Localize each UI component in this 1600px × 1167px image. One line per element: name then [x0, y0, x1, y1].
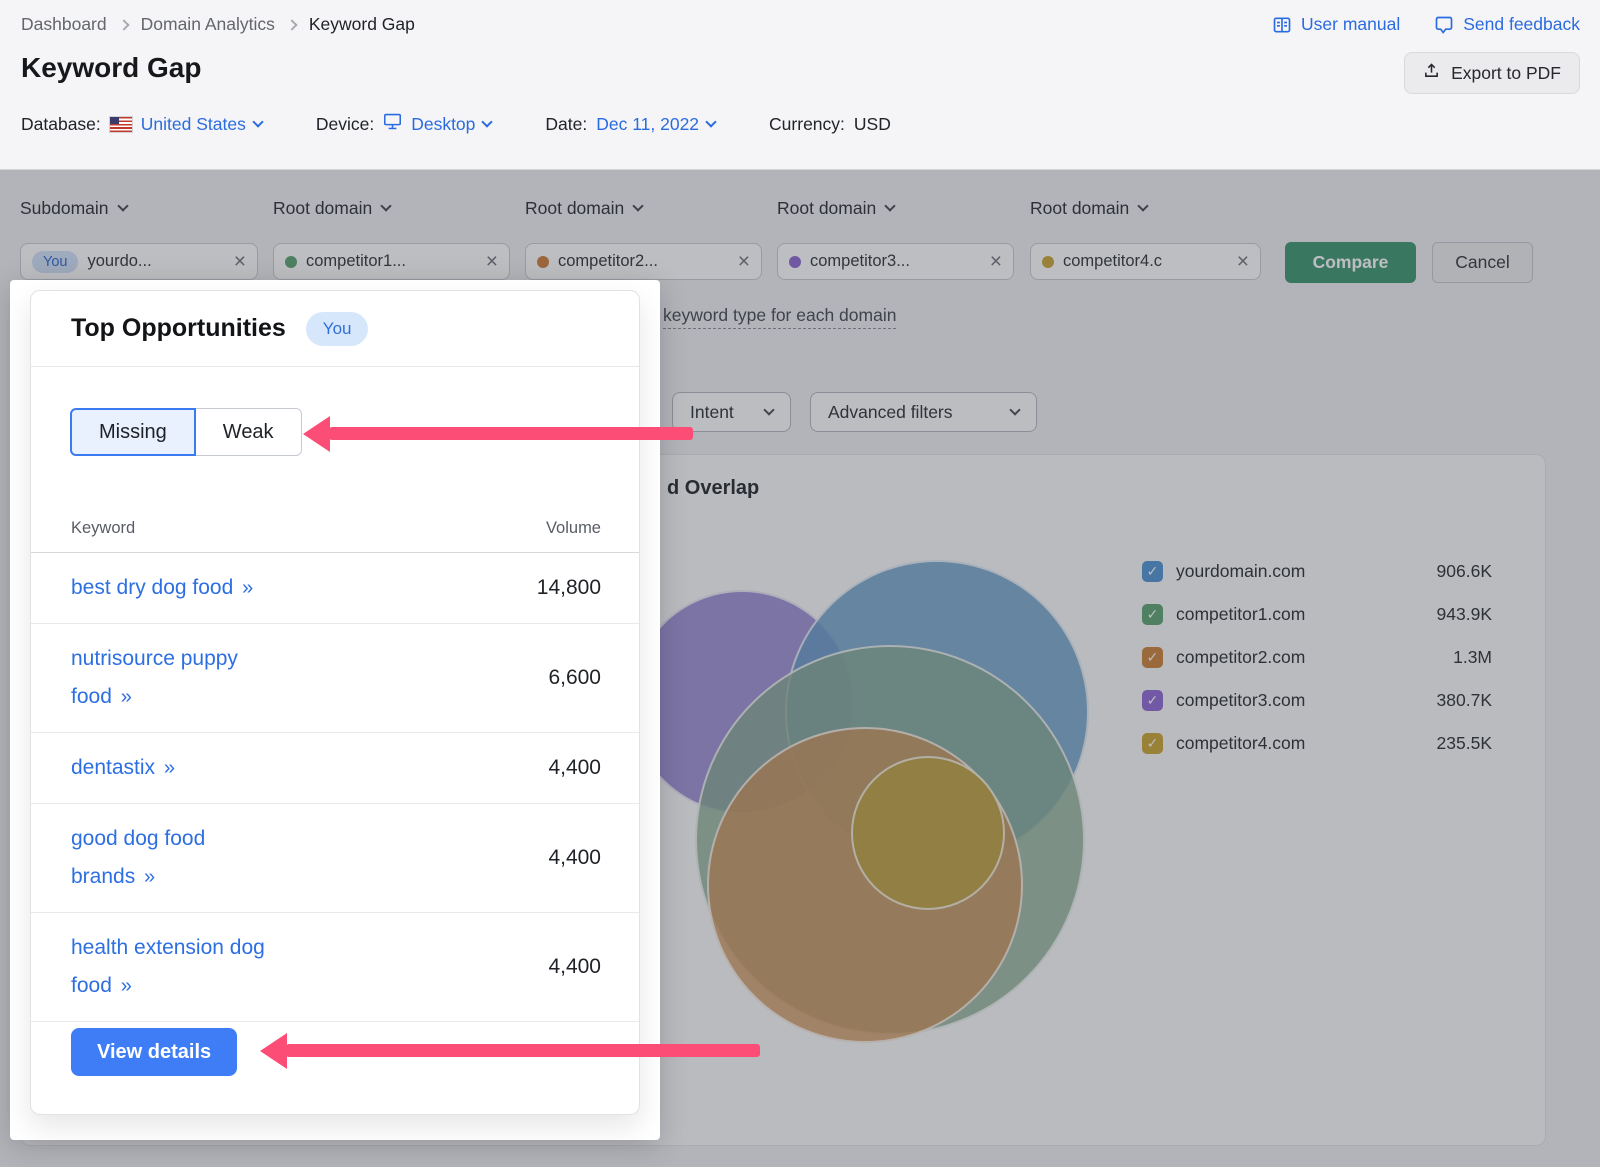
keyword-link[interactable]: health extension dog food »	[71, 929, 289, 1005]
currency-filter: Currency: USD	[769, 114, 891, 135]
opportunity-row: dentastix » 4,400	[31, 733, 639, 804]
device-filter: Device: Desktop	[316, 113, 492, 135]
keyword-volume: 4,400	[548, 846, 601, 870]
arrow-head-icon	[260, 1033, 287, 1069]
device-value: Desktop	[411, 114, 475, 135]
user-manual-icon	[1272, 15, 1292, 35]
breadcrumb-item: Keyword Gap	[309, 14, 415, 35]
top-opportunities-panel: Top Opportunities You MissingWeak Keywor…	[10, 280, 660, 1140]
filters-row: Database: United States Device: Desktop	[21, 113, 945, 135]
date-value: Dec 11, 2022	[596, 114, 699, 135]
user-manual-link[interactable]: User manual	[1272, 14, 1400, 35]
breadcrumb-separator-icon	[286, 19, 297, 30]
breadcrumb-row: Dashboard Domain Analytics Keyword Gap Use…	[21, 14, 1580, 35]
top-links: User manual Send feedback	[1272, 14, 1580, 35]
keyword-gap-page: Dashboard Domain Analytics Keyword Gap Use…	[0, 0, 1600, 1167]
keyword-volume: 4,400	[548, 955, 601, 979]
breadcrumb: Dashboard Domain Analytics Keyword Gap	[21, 14, 415, 35]
desktop-monitor-icon	[383, 113, 402, 135]
date-label: Date:	[545, 114, 587, 135]
header: Dashboard Domain Analytics Keyword Gap Use…	[0, 0, 1600, 170]
chevron-down-icon	[705, 116, 716, 127]
send-feedback-label: Send feedback	[1463, 14, 1580, 35]
us-flag-icon	[110, 117, 132, 132]
opportunity-row: health extension dog food » 4,400	[31, 913, 639, 1022]
missing-weak-toggle: MissingWeak	[70, 408, 302, 456]
database-dropdown[interactable]: United States	[141, 114, 262, 135]
opportunity-row: good dog food brands » 4,400	[31, 804, 639, 913]
open-keyword-icon: »	[121, 686, 132, 708]
export-pdf-label: Export to PDF	[1451, 63, 1561, 84]
keyword-volume: 4,400	[548, 756, 601, 780]
breadcrumb-item[interactable]: Domain Analytics	[141, 14, 275, 35]
date-dropdown[interactable]: Dec 11, 2022	[596, 114, 715, 135]
keyword-link[interactable]: dentastix »	[71, 749, 175, 787]
user-manual-label: User manual	[1301, 14, 1400, 35]
title-row: Keyword Gap Export to PDF	[21, 52, 1580, 94]
tab-weak[interactable]: Weak	[195, 408, 302, 456]
tab-missing[interactable]: Missing	[70, 408, 196, 456]
breadcrumb-item[interactable]: Dashboard	[21, 14, 107, 35]
chevron-down-icon	[482, 116, 493, 127]
arrow-bar	[329, 427, 693, 440]
database-filter: Database: United States	[21, 114, 262, 135]
device-dropdown[interactable]: Desktop	[411, 114, 491, 135]
opportunity-row: best dry dog food » 14,800	[31, 553, 639, 624]
opportunities-rows: best dry dog food » 14,800 nutrisource pup…	[31, 553, 639, 1022]
send-feedback-link[interactable]: Send feedback	[1434, 14, 1580, 35]
open-keyword-icon: »	[144, 866, 155, 888]
view-details-button[interactable]: View details	[71, 1028, 237, 1076]
popup-title: Top Opportunities	[71, 314, 286, 343]
device-label: Device:	[316, 114, 374, 135]
top-opportunities-card: Top Opportunities You MissingWeak Keywor…	[30, 290, 640, 1115]
keyword-link[interactable]: nutrisource puppy food »	[71, 640, 289, 716]
keyword-volume: 6,600	[548, 666, 601, 690]
opportunity-row: nutrisource puppy food » 6,600	[31, 624, 639, 733]
annotation-arrow-toggle	[303, 416, 693, 452]
export-icon	[1423, 62, 1440, 84]
open-keyword-icon: »	[121, 975, 132, 997]
keyword-volume: 14,800	[537, 576, 601, 600]
open-keyword-icon: »	[242, 577, 253, 599]
arrow-bar	[286, 1044, 760, 1057]
keyword-column-header: Keyword	[71, 519, 135, 552]
page-title: Keyword Gap	[21, 52, 201, 84]
annotation-arrow-view-details	[260, 1033, 760, 1069]
database-label: Database:	[21, 114, 101, 135]
open-keyword-icon: »	[164, 757, 175, 779]
keyword-link[interactable]: good dog food brands »	[71, 820, 289, 896]
currency-label: Currency:	[769, 114, 845, 135]
keyword-link[interactable]: best dry dog food »	[71, 569, 253, 607]
currency-value: USD	[854, 114, 891, 135]
you-badge: You	[306, 312, 369, 346]
feedback-bubble-icon	[1434, 15, 1454, 35]
popup-header: Top Opportunities You	[31, 291, 639, 367]
volume-column-header: Volume	[546, 519, 601, 552]
arrow-head-icon	[303, 416, 330, 452]
breadcrumb-separator-icon	[118, 19, 129, 30]
opportunities-table-header: Keyword Volume	[31, 519, 639, 553]
chevron-down-icon	[252, 116, 263, 127]
export-pdf-button[interactable]: Export to PDF	[1404, 52, 1580, 94]
database-value: United States	[141, 114, 246, 135]
date-filter: Date: Dec 11, 2022	[545, 114, 715, 135]
